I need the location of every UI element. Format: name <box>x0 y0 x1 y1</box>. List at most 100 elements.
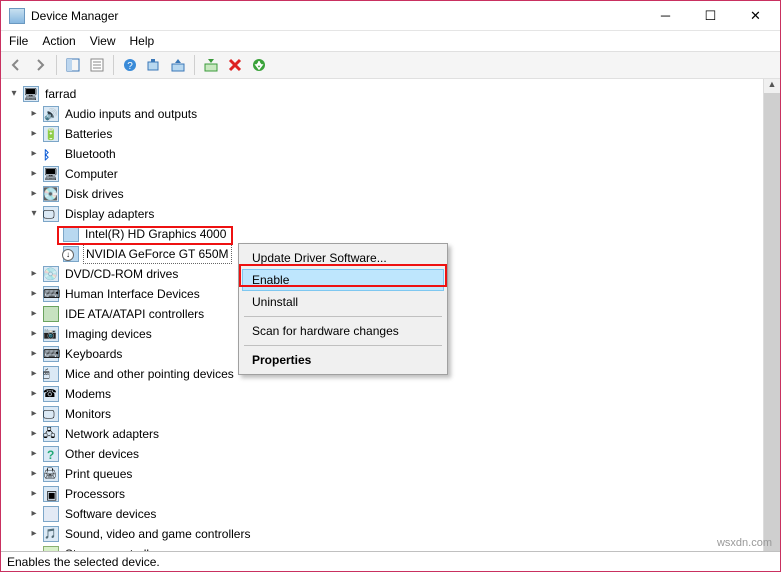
expand-icon[interactable]: ▸ <box>27 127 41 141</box>
context-properties[interactable]: Properties <box>242 349 444 371</box>
scan-hardware-button[interactable] <box>143 54 165 76</box>
expand-icon[interactable]: ▸ <box>27 447 41 461</box>
expand-icon[interactable]: ▸ <box>27 487 41 501</box>
expand-icon[interactable]: ▸ <box>27 527 41 541</box>
update-driver-button[interactable] <box>167 54 189 76</box>
tree-label: NVIDIA GeForce GT 650M <box>83 244 232 264</box>
tree-node-storage[interactable]: ▸ Storage controllers <box>27 545 168 551</box>
tree-node-other[interactable]: ▸Other devices <box>27 445 141 463</box>
expand-icon[interactable]: ▸ <box>27 187 41 201</box>
bluetooth-icon <box>43 146 59 162</box>
tree-container: ▾ farrad ▸ Audio inputs and outputs ▸ Batte… <box>1 79 780 551</box>
dvd-icon <box>43 266 59 282</box>
software-icon <box>43 506 59 522</box>
tree-node-disk[interactable]: ▸Disk drives <box>27 185 126 203</box>
tree-node-dvd[interactable]: ▸DVD/CD-ROM drives <box>27 265 180 283</box>
menu-view[interactable]: View <box>90 34 116 48</box>
nvidia-icon <box>63 246 79 262</box>
tree-node-mice[interactable]: ▸ Mice and other pointing devices <box>27 365 236 383</box>
collapse-icon[interactable]: ▾ <box>27 207 41 221</box>
back-button[interactable] <box>5 54 27 76</box>
tree-node-keyboards[interactable]: ▸Keyboards <box>27 345 124 363</box>
tree-label: Software devices <box>63 505 158 523</box>
tree-label: Computer <box>63 165 120 183</box>
enable-device-button[interactable] <box>200 54 222 76</box>
expand-icon[interactable]: ▸ <box>27 467 41 481</box>
tree-label: Bluetooth <box>63 145 118 163</box>
tree-label: Human Interface Devices <box>63 285 202 303</box>
minimize-button[interactable]: ─ <box>643 2 688 30</box>
tree-label: Mice and other pointing devices <box>63 365 236 383</box>
tree-label: Storage controllers <box>63 545 168 551</box>
expand-icon[interactable]: ▸ <box>27 167 41 181</box>
menu-action[interactable]: Action <box>42 34 75 48</box>
tree-node-display[interactable]: ▾ Display adapters <box>27 205 156 223</box>
tree-label: Audio inputs and outputs <box>63 105 199 123</box>
expand-icon[interactable]: ▸ <box>27 547 41 551</box>
tree-node-sound[interactable]: ▸Sound, video and game controllers <box>27 525 252 543</box>
monitors-icon <box>43 406 59 422</box>
status-bar: Enables the selected device. <box>1 551 780 571</box>
tree-root[interactable]: ▾ farrad <box>7 85 78 103</box>
scroll-up-button[interactable]: ▲ <box>764 79 780 89</box>
expand-icon[interactable]: ▸ <box>27 407 41 421</box>
tree-node-processors[interactable]: ▸Processors <box>27 485 127 503</box>
tree-node-print[interactable]: ▸Print queues <box>27 465 134 483</box>
tree-label: Imaging devices <box>63 325 154 343</box>
expand-icon[interactable]: ▸ <box>27 387 41 401</box>
tree-node-audio[interactable]: ▸ Audio inputs and outputs <box>27 105 199 123</box>
expand-icon[interactable]: ▸ <box>27 307 41 321</box>
tree-node-hid[interactable]: ▸ Human Interface Devices <box>27 285 202 303</box>
tree-node-monitors[interactable]: ▸ Monitors <box>27 405 113 423</box>
expand-icon[interactable]: ▸ <box>27 427 41 441</box>
title-bar: Device Manager ─ ☐ ✕ <box>1 1 780 31</box>
expand-icon[interactable]: ▸ <box>27 327 41 341</box>
expand-icon[interactable]: ▾ <box>7 87 21 101</box>
expand-icon[interactable]: ▸ <box>27 287 41 301</box>
tree-label: Batteries <box>63 125 114 143</box>
expand-icon[interactable]: ▸ <box>27 147 41 161</box>
maximize-button[interactable]: ☐ <box>688 2 733 30</box>
context-separator <box>244 316 442 317</box>
tree-node-computer[interactable]: ▸ Computer <box>27 165 120 183</box>
tree-label: Display adapters <box>63 205 156 223</box>
context-enable[interactable]: Enable <box>242 269 444 291</box>
help-button[interactable]: ? <box>119 54 141 76</box>
tree-node-imaging[interactable]: ▸ Imaging devices <box>27 325 154 343</box>
expand-icon[interactable]: ▸ <box>27 347 41 361</box>
intel-icon <box>63 226 79 242</box>
svg-text:?: ? <box>127 61 133 72</box>
expand-icon[interactable]: ▸ <box>27 267 41 281</box>
uninstall-button[interactable] <box>224 54 246 76</box>
install-legacy-button[interactable] <box>248 54 270 76</box>
tree-node-ide[interactable]: ▸IDE ATA/ATAPI controllers <box>27 305 206 323</box>
tree-label: Monitors <box>63 405 113 423</box>
computer-icon <box>43 166 59 182</box>
show-hide-tree-button[interactable] <box>62 54 84 76</box>
context-uninstall[interactable]: Uninstall <box>242 291 444 313</box>
tree-node-intel[interactable]: ▸Intel(R) HD Graphics 4000 <box>47 225 228 243</box>
batteries-icon <box>43 126 59 142</box>
context-separator <box>244 345 442 346</box>
tree-node-nvidia[interactable]: ▸NVIDIA GeForce GT 650M <box>47 245 232 263</box>
properties-button[interactable] <box>86 54 108 76</box>
scroll-thumb[interactable] <box>764 93 780 551</box>
expand-icon[interactable]: ▸ <box>27 367 41 381</box>
tree-node-bluetooth[interactable]: ▸ Bluetooth <box>27 145 118 163</box>
vertical-scrollbar[interactable]: ▲ ▼ <box>763 79 780 551</box>
tree-node-modems[interactable]: ▸Modems <box>27 385 113 403</box>
context-update-driver[interactable]: Update Driver Software... <box>242 247 444 269</box>
audio-icon <box>43 106 59 122</box>
tree-node-network[interactable]: ▸Network adapters <box>27 425 161 443</box>
close-button[interactable]: ✕ <box>733 2 778 30</box>
context-scan[interactable]: Scan for hardware changes <box>242 320 444 342</box>
tree-node-software[interactable]: ▸ Software devices <box>27 505 158 523</box>
tree-node-batteries[interactable]: ▸ Batteries <box>27 125 114 143</box>
expand-icon[interactable]: ▸ <box>27 507 41 521</box>
menu-file[interactable]: File <box>9 34 28 48</box>
imaging-icon <box>43 326 59 342</box>
status-text: Enables the selected device. <box>7 555 160 569</box>
menu-help[interactable]: Help <box>130 34 155 48</box>
forward-button[interactable] <box>29 54 51 76</box>
expand-icon[interactable]: ▸ <box>27 107 41 121</box>
